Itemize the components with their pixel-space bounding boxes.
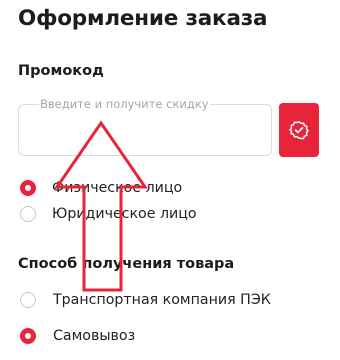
radio-legal-entity[interactable]: Юридическое лицо (20, 204, 197, 224)
radio-pek-transport-indicator[interactable] (20, 292, 36, 308)
radio-pek-transport[interactable]: Транспортная компания ПЭК (20, 290, 271, 310)
radio-legal-entity-label: Юридическое лицо (52, 206, 197, 222)
radio-pek-transport-label: Транспортная компания ПЭК (53, 292, 271, 308)
promo-placeholder: Введите и получите скидку (39, 97, 210, 111)
delivery-method-label: Способ получения товара (18, 256, 235, 272)
apply-promo-button[interactable] (279, 103, 319, 157)
radio-pickup[interactable]: Самовывоз (20, 326, 135, 346)
radio-individual-indicator[interactable] (20, 180, 36, 196)
radio-individual[interactable]: Физическое лицо (20, 178, 182, 198)
page-title: Оформление заказа (18, 6, 268, 31)
promo-label: Промокод (18, 63, 104, 79)
radio-pickup-label: Самовывоз (53, 328, 136, 344)
promo-input[interactable]: Введите и получите скидку (18, 97, 272, 156)
radio-pickup-indicator[interactable] (20, 328, 36, 344)
radio-legal-entity-indicator[interactable] (20, 206, 36, 222)
badge-check-icon (289, 121, 309, 140)
radio-individual-label: Физическое лицо (52, 180, 183, 196)
